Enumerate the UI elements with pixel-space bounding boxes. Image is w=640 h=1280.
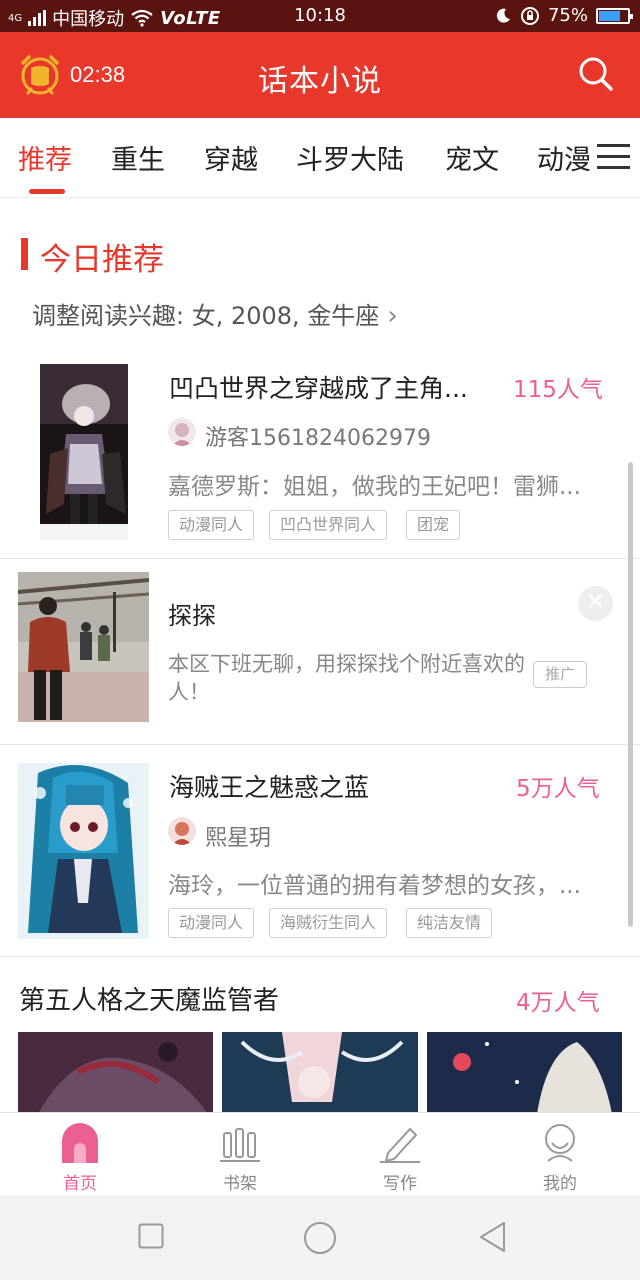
book-cover[interactable] [18,763,149,939]
nav-home[interactable]: 首页 [0,1113,160,1196]
tab-recommend[interactable]: 推荐 [18,138,72,177]
nav-profile[interactable]: 我的 [480,1113,640,1196]
pencil-icon [380,1127,420,1163]
home-icon [62,1123,98,1163]
book-image-art [222,1032,418,1114]
divider [0,956,640,957]
app-title: 话本小说 [258,64,382,99]
bookshelf-icon [220,1128,260,1162]
book-title[interactable]: 第五人格之天魔监管者 [19,980,279,1017]
tab-time-travel[interactable]: 穿越 [204,138,258,177]
book-tag[interactable]: 动漫同人 [168,510,255,540]
ad-badge: 推广 [533,661,587,688]
bottom-nav: 首页 书架 写作 我的 [0,1112,640,1195]
ad-image[interactable] [18,572,149,722]
nav-label: 我的 [543,1174,577,1194]
battery-icon [596,7,633,24]
book-image-art [18,1032,213,1114]
author-avatar [168,418,196,446]
menu-icon[interactable] [597,144,630,170]
ad-title[interactable]: 探探 [168,596,216,631]
nav-write[interactable]: 写作 [320,1113,480,1196]
book-tag[interactable]: 团宠 [406,510,461,540]
popularity-label: 4万人气 [516,990,600,1016]
book-image[interactable] [427,1032,622,1114]
active-tab-indicator [29,189,65,194]
tab-anime[interactable]: 动漫 [537,138,591,177]
home-button-icon[interactable] [303,1221,337,1255]
book-tag[interactable]: 纯洁友情 [406,908,493,938]
app-header: 02:38 话本小说 [0,32,640,118]
category-tabs: 推荐 重生 穿越 斗罗大陆 宠文 动漫 [0,118,640,198]
section-marker [21,238,28,270]
reading-interest-text: 调整阅读兴趣: 女, 2008, 金牛座 [32,302,380,330]
tab-douluo[interactable]: 斗罗大陆 [296,138,404,177]
book-cover-art [18,763,149,939]
author-avatar [168,817,196,845]
tab-pampering[interactable]: 宠文 [445,138,499,177]
book-cover[interactable] [40,364,128,540]
book-cover-art [40,364,128,540]
clock: 10:18 [294,5,346,26]
chevron-right-icon: › [387,301,398,331]
book-image[interactable] [18,1032,213,1114]
author-name: 游客1561824062979 [205,426,431,451]
reading-interest-link[interactable]: 调整阅读兴趣: 女, 2008, 金牛座 › [32,296,398,331]
nav-label: 书架 [223,1174,257,1194]
search-icon[interactable] [578,56,614,92]
book-tag[interactable]: 动漫同人 [168,908,255,938]
divider [0,744,640,745]
recent-apps-icon[interactable] [138,1223,164,1249]
system-nav-bar [0,1195,640,1280]
book-image-art [427,1032,622,1114]
rotation-lock-icon [520,6,539,25]
nav-bookshelf[interactable]: 书架 [160,1113,320,1196]
nav-label: 写作 [383,1174,417,1194]
popularity-label: 5万人气 [516,776,600,802]
status-bar: 4G 中国移动 VoLTE 10:18 75% [0,0,640,32]
nav-label: 首页 [63,1174,97,1194]
book-description: 嘉德罗斯：姐姐，做我的王妃吧！雷狮... [168,474,581,500]
popularity-label: 115人气 [513,377,603,403]
book-title[interactable]: 凹凸世界之穿越成了主角... [169,369,468,405]
tab-rebirth[interactable]: 重生 [111,138,165,177]
battery-percent: 75% [547,5,588,26]
scrollbar[interactable] [628,462,633,927]
divider [0,558,640,559]
book-tag[interactable]: 海贼衍生同人 [269,908,388,938]
book-title[interactable]: 海贼王之魅惑之蓝 [169,768,369,804]
ad-description: 本区下班无聊，用探探找个附近喜欢的人！ [168,652,525,704]
book-description: 海玲，一位普通的拥有着梦想的女孩，... [168,873,581,899]
profile-icon [545,1124,575,1162]
back-icon[interactable] [478,1221,506,1253]
author-name: 熙星玥 [205,826,272,851]
book-tag[interactable]: 凹凸世界同人 [269,510,388,540]
moon-icon [496,8,510,23]
close-icon[interactable]: ✕ [578,586,613,621]
section-title: 今日推荐 [40,242,164,278]
ad-photo [18,572,149,722]
book-image[interactable] [222,1032,418,1114]
